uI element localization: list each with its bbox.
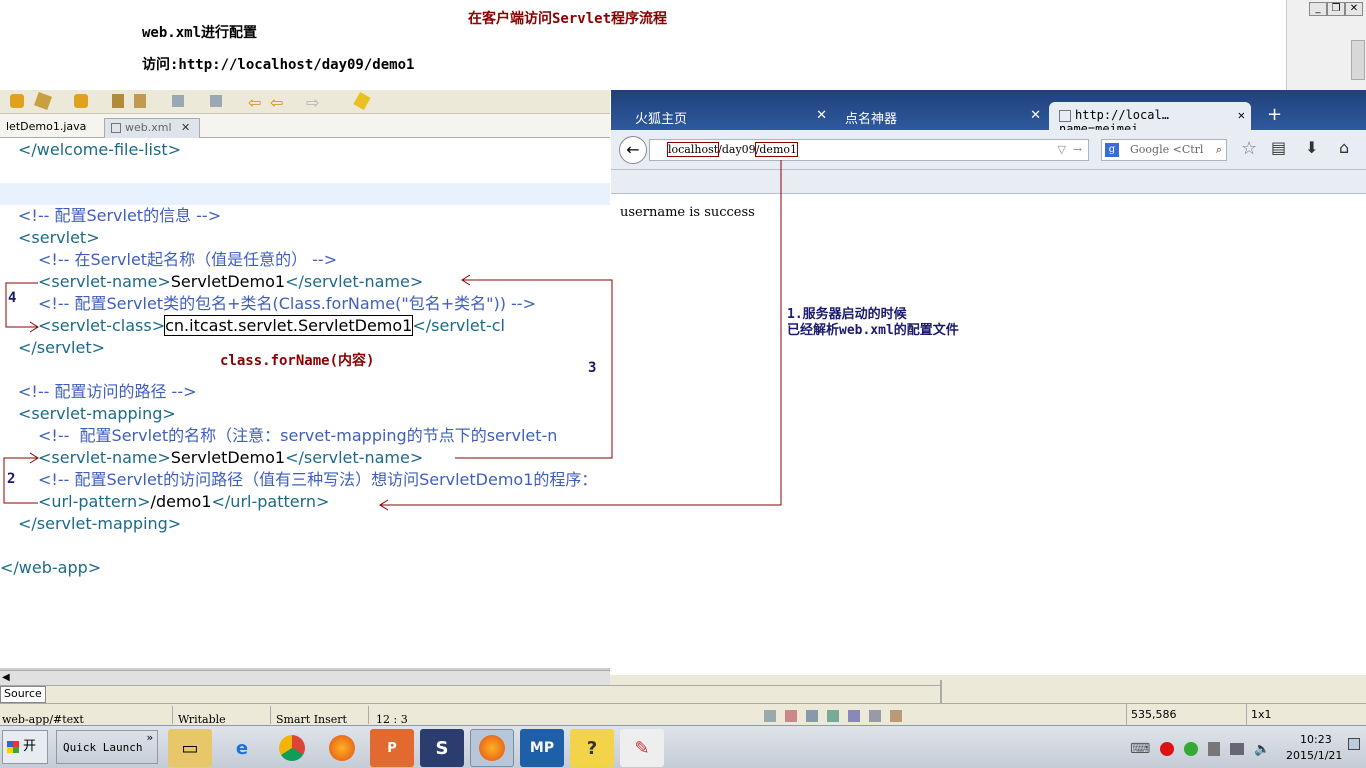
status-bar: web-app/#text Writable Smart Insert 12 :…: [0, 703, 1366, 726]
divider: [270, 706, 271, 724]
status-icon[interactable]: [869, 710, 881, 722]
source-tab[interactable]: Source: [0, 686, 46, 703]
divider: [1126, 704, 1127, 726]
firefox-icon[interactable]: [320, 729, 364, 767]
volume-icon[interactable]: 🔈: [1254, 742, 1270, 757]
clock-time[interactable]: 10:23: [1300, 733, 1332, 746]
mp-icon[interactable]: MP: [520, 729, 564, 767]
status-icon[interactable]: [848, 710, 860, 722]
tray-icon[interactable]: [1208, 742, 1221, 756]
chevron-icon[interactable]: »: [146, 721, 153, 755]
annotation-arrows: [3, 160, 782, 511]
quick-launch[interactable]: Quick Launch »: [56, 730, 158, 764]
eclipse-icon[interactable]: S: [420, 729, 464, 767]
powerpoint-icon[interactable]: P: [370, 729, 414, 767]
clock-date[interactable]: 2015/1/21: [1286, 749, 1342, 762]
show-desktop-icon[interactable]: [1348, 738, 1360, 750]
source-tab-bar: Source: [0, 685, 940, 703]
start-button[interactable]: 开始: [2, 730, 48, 764]
divider: [1246, 704, 1247, 726]
start-label: 开始: [23, 739, 37, 754]
horizontal-scrollbar[interactable]: ◀: [0, 670, 610, 685]
divider: [172, 706, 173, 724]
explorer-icon[interactable]: ▭: [168, 729, 212, 767]
taskbar: 开始 Quick Launch » ▭ e P S MP ? ✎ ⌨ 🔈 10:…: [0, 725, 1366, 768]
status-icon[interactable]: [806, 710, 818, 722]
right-panel: [940, 680, 1366, 703]
keyboard-icon[interactable]: ⌨: [1130, 741, 1150, 757]
network-icon[interactable]: [1230, 743, 1245, 755]
status-size: 1x1: [1251, 708, 1272, 721]
status-icons: [764, 710, 934, 724]
status-coords: 535,586: [1131, 708, 1177, 721]
scroll-left-icon[interactable]: ◀: [2, 672, 10, 683]
help-icon[interactable]: ?: [570, 729, 614, 767]
chrome-icon[interactable]: [270, 729, 314, 767]
status-icon[interactable]: [890, 710, 902, 722]
status-icon[interactable]: [827, 710, 839, 722]
record-icon[interactable]: [1160, 742, 1175, 756]
tray-icon[interactable]: [1184, 742, 1199, 756]
status-icon[interactable]: [764, 710, 776, 722]
ie-icon[interactable]: e: [220, 729, 264, 767]
windows-logo-icon: [7, 741, 19, 753]
paint-icon[interactable]: ✎: [620, 729, 664, 767]
quick-launch-label: Quick Launch: [63, 741, 143, 754]
firefox-active-icon[interactable]: [470, 729, 514, 767]
divider: [368, 706, 369, 724]
status-icon[interactable]: [785, 710, 797, 722]
